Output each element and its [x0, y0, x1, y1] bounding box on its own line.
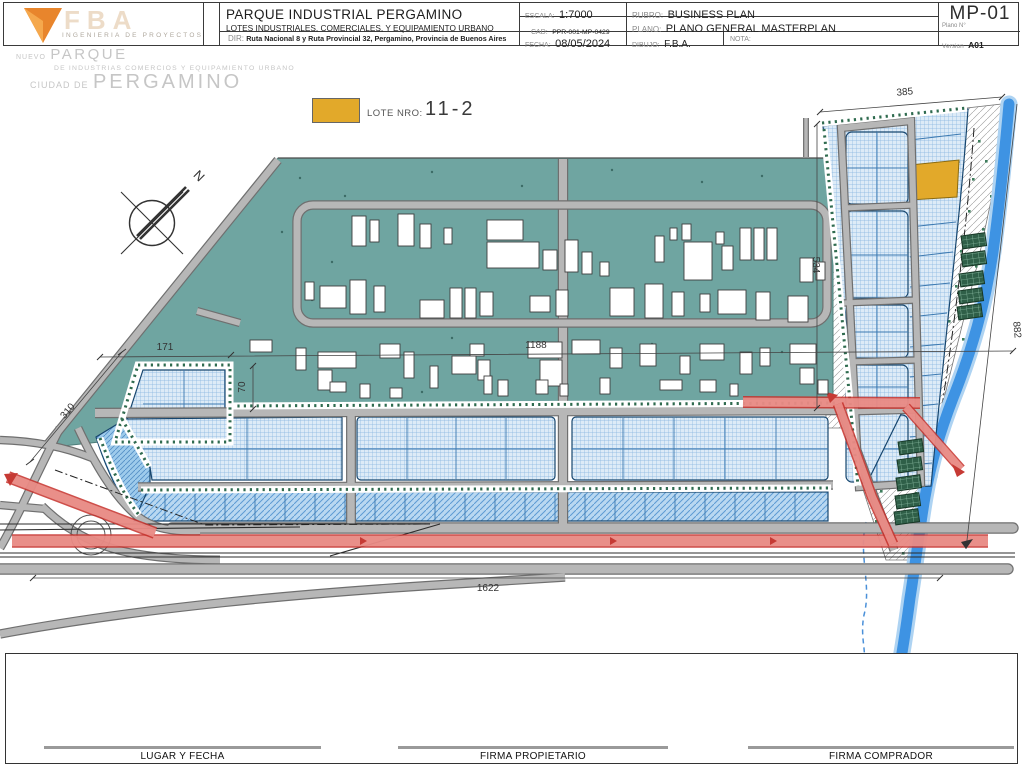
- version-field: Version A01: [942, 35, 984, 53]
- escala-label: ESCALA:: [525, 13, 555, 20]
- watermark-pergamino: PERGAMINO: [92, 70, 243, 93]
- sheet-number-label: Plano N°: [942, 23, 966, 29]
- legend-label: LOTE NRO:: [367, 108, 423, 119]
- dibujo-value: F.B.A.: [664, 39, 691, 50]
- signature-line: [398, 746, 668, 749]
- legend-swatch: [312, 98, 360, 123]
- watermark-ciudad: CIUDAD DE: [30, 79, 89, 90]
- dim-882: 882: [1010, 321, 1022, 339]
- dir-value: Ruta Nacional 8 y Ruta Provincial 32, Pe…: [246, 34, 507, 43]
- dibujo-field: DIBUJO: F.B.A.: [632, 34, 691, 52]
- fecha-value: 08/05/2024: [555, 38, 611, 50]
- watermark-nuevo: NUEVO: [16, 54, 46, 61]
- fecha-field: FECHA: 08/05/2024: [525, 34, 610, 52]
- north-compass: N: [120, 167, 208, 255]
- title-block: FBA INGENIERIA DE PROYECTOS PARQUE INDUS…: [3, 2, 1020, 50]
- watermark-parque: PARQUE: [50, 46, 128, 63]
- dim-1622: 1622: [477, 583, 500, 594]
- divider: [219, 3, 220, 45]
- project-watermark: NUEVO PARQUE DE INDUSTRIAS COMERCIOS Y E…: [16, 47, 295, 93]
- watermark-line3: CIUDAD DE PERGAMINO: [16, 70, 295, 93]
- masterplan-sheet: 171 1188 70 310 385 534 882 1622 N FBA I…: [0, 0, 1024, 768]
- project-address: DIR: Ruta Nacional 8 y Ruta Provincial 3…: [228, 34, 506, 43]
- dim-385: 385: [896, 86, 914, 98]
- project-title: PARQUE INDUSTRIAL PERGAMINO: [226, 7, 463, 22]
- signature-box: LUGAR Y FECHA FIRMA PROPIETARIO FIRMA CO…: [5, 653, 1018, 764]
- escala-value: 1:7000: [559, 9, 593, 21]
- dim-171: 171: [157, 342, 174, 353]
- plano-value: PLANO GENERAL MASTERPLAN: [665, 23, 836, 35]
- logo-tagline: INGENIERIA DE PROYECTOS: [62, 32, 204, 39]
- plano-label: PLANO:: [632, 25, 662, 34]
- lot-strip-row: [133, 491, 829, 522]
- signature-label-lugar: LUGAR Y FECHA: [140, 751, 225, 762]
- version-value: A01: [968, 40, 984, 50]
- project-subtitle: LOTES INDUSTRIALES, COMERCIALES, Y EQUIP…: [226, 23, 494, 33]
- highlighted-lot-11-2: [909, 159, 960, 201]
- nota-label: NOTA:: [730, 36, 751, 43]
- dim-1188: 1188: [525, 340, 547, 351]
- sheet-number: MP-01: [949, 3, 1011, 24]
- watermark-line1: NUEVO PARQUE: [16, 47, 295, 64]
- dir-label: DIR:: [228, 34, 244, 43]
- signature-line: [748, 746, 1014, 749]
- dim-70: 70: [237, 381, 248, 393]
- legend-lot-number: 11-2: [425, 98, 476, 120]
- signature-line: [44, 746, 321, 749]
- lot-block-c: [571, 416, 829, 481]
- dim-534: 534: [810, 257, 821, 274]
- signature-label-propietario: FIRMA PROPIETARIO: [479, 751, 587, 762]
- divider: [626, 3, 627, 45]
- divider: [519, 3, 520, 45]
- fecha-label: FECHA:: [525, 42, 551, 49]
- dibujo-label: DIBUJO:: [632, 42, 660, 49]
- signature-label-comprador: FIRMA COMPRADOR: [829, 751, 933, 762]
- divider: [203, 3, 204, 45]
- version-label: Version: [942, 43, 964, 50]
- north-label: N: [191, 167, 208, 184]
